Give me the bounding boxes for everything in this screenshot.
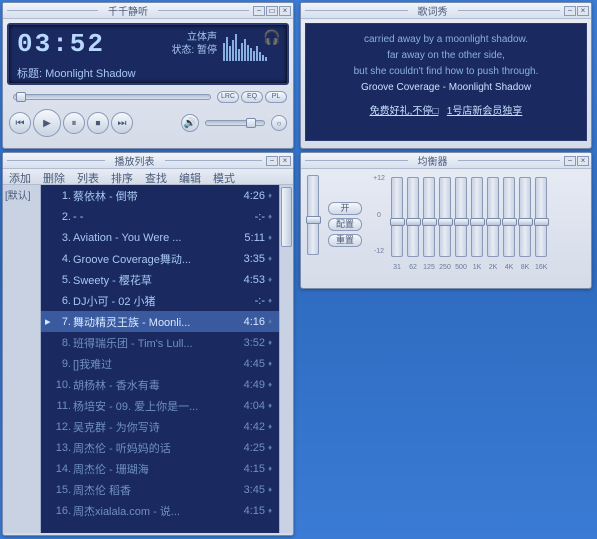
playlist-row[interactable]: 9.[]我难过4:45♦: [41, 353, 279, 374]
menu-添加[interactable]: 添加: [3, 169, 37, 184]
eq-band-250[interactable]: [439, 177, 451, 257]
playlist-row[interactable]: 5.Sweety - 樱花草4:53♦: [41, 269, 279, 290]
eq-close-button[interactable]: ×: [577, 156, 589, 166]
playlist-row[interactable]: 8.班得瑞乐团 - Tim's Lull...3:52♦: [41, 332, 279, 353]
playlist-row[interactable]: 4.Groove Coverage舞动...3:35♦: [41, 248, 279, 269]
eq-on-button[interactable]: 开: [328, 202, 362, 215]
playlist-row[interactable]: 15.周杰伦 稻香3:45♦: [41, 479, 279, 500]
ad-link-1[interactable]: 免费好礼,不停□: [370, 106, 439, 117]
lyrics-title: 歌词秀: [412, 3, 454, 18]
playlist-row[interactable]: ▸7.舞动精灵王族 - Moonli...4:16♦: [41, 311, 279, 332]
eq-band-8K[interactable]: [519, 177, 531, 257]
player-window: 千千静听 − ▭ × 03:52 立体声 状态: 暂停 🎧 标题: Moonli…: [2, 2, 294, 149]
playlist-row[interactable]: 16.周杰xialala.com - 说...4:15♦: [41, 500, 279, 521]
next-button[interactable]: ⏭: [111, 112, 133, 134]
eq-band-2K[interactable]: [487, 177, 499, 257]
eq-minimize-button[interactable]: −: [564, 156, 576, 166]
menu-模式[interactable]: 模式: [207, 169, 241, 184]
track-info: 标题: Moonlight Shadow: [9, 63, 287, 85]
lyrics-titlebar[interactable]: 歌词秀 − ×: [301, 3, 591, 19]
menu-查找[interactable]: 查找: [139, 169, 173, 184]
playlist-title: 播放列表: [109, 153, 161, 168]
playlist-tracks[interactable]: 1.蔡依林 - 倒带4:26♦2.- --:-♦3.Aviation - You…: [41, 185, 279, 533]
volume-icon[interactable]: 🔊: [181, 114, 199, 132]
seek-slider[interactable]: [13, 94, 211, 100]
playlist-close-button[interactable]: ×: [279, 156, 291, 166]
playlist-sidebar[interactable]: [默认]: [3, 185, 41, 533]
playlist-row[interactable]: 14.周杰伦 - 珊瑚海4:15♦: [41, 458, 279, 479]
menu-排序[interactable]: 排序: [105, 169, 139, 184]
menu-编辑[interactable]: 编辑: [173, 169, 207, 184]
close-button[interactable]: ×: [279, 6, 291, 16]
eq-band-4K[interactable]: [503, 177, 515, 257]
eq-scale: +120-12: [371, 175, 387, 255]
stop-button[interactable]: ⏹: [87, 112, 109, 134]
playlist-row[interactable]: 6.DJ小可 - 02 小猪-:-♦: [41, 290, 279, 311]
lyrics-close-button[interactable]: ×: [577, 6, 589, 16]
eq-preamp: [307, 175, 319, 257]
eq-band-sliders: 31621252505001K2K4K8K16K: [391, 175, 585, 257]
equalizer-title: 均衡器: [412, 153, 454, 168]
player-title: 千千静听: [102, 3, 154, 18]
headphone-icon[interactable]: 🎧: [263, 29, 279, 45]
menu-列表[interactable]: 列表: [71, 169, 105, 184]
eq-band-500[interactable]: [455, 177, 467, 257]
eq-config-button[interactable]: 配置: [328, 218, 362, 231]
eq-button[interactable]: EQ: [241, 91, 263, 103]
playlist-scrollbar[interactable]: [279, 185, 293, 533]
pause-button[interactable]: ⏸: [63, 112, 85, 134]
ad-link-2[interactable]: 1号店新会员独享: [447, 106, 523, 117]
mute-button[interactable]: ○: [271, 115, 287, 131]
prev-button[interactable]: ⏮: [9, 112, 31, 134]
eq-band-16K[interactable]: [535, 177, 547, 257]
playlist-window: 播放列表 − × 添加删除列表排序查找编辑模式 [默认] 1.蔡依林 - 倒带4…: [2, 152, 294, 536]
lrc-button[interactable]: LRC: [217, 91, 239, 103]
lyric-line: carried away by a moonlight shadow.: [310, 32, 582, 48]
equalizer-window: 均衡器 − × 开 配置 重置 +120-12 31621252505001K2…: [300, 152, 592, 289]
menu-删除[interactable]: 删除: [37, 169, 71, 184]
player-display: 03:52 立体声 状态: 暂停 🎧 标题: Moonlight Shadow: [7, 23, 289, 85]
lyric-line: far away on the other side,: [310, 48, 582, 64]
eq-band-1K[interactable]: [471, 177, 483, 257]
playlist-row[interactable]: 3.Aviation - You Were ...5:11♦: [41, 227, 279, 248]
eq-band-125[interactable]: [423, 177, 435, 257]
pl-button[interactable]: PL: [265, 91, 287, 103]
equalizer-titlebar[interactable]: 均衡器 − ×: [301, 153, 591, 169]
playlist-titlebar[interactable]: 播放列表 − ×: [3, 153, 293, 169]
eq-reset-button[interactable]: 重置: [328, 234, 362, 247]
playlist-menubar: 添加删除列表排序查找编辑模式: [3, 169, 293, 185]
lyrics-display: carried away by a moonlight shadow. far …: [305, 23, 587, 141]
minimize-button[interactable]: −: [253, 6, 265, 16]
playlist-row[interactable]: 2.- --:-♦: [41, 206, 279, 227]
lyrics-minimize-button[interactable]: −: [564, 6, 576, 16]
player-titlebar[interactable]: 千千静听 − ▭ ×: [3, 3, 293, 19]
eq-band-31[interactable]: [391, 177, 403, 257]
compact-button[interactable]: ▭: [266, 6, 278, 16]
audio-info: 立体声 状态: 暂停: [171, 31, 217, 57]
playlist-row[interactable]: 13.周杰伦 - 听妈妈的话4:25♦: [41, 437, 279, 458]
lyric-song-title: Groove Coverage - Moonlight Shadow: [310, 80, 582, 96]
playlist-row[interactable]: 12.吴克群 - 为你写诗4:42♦: [41, 416, 279, 437]
preamp-slider[interactable]: [307, 175, 319, 255]
playlist-row[interactable]: 11.杨培安 - 09. 爱上你是一...4:04♦: [41, 395, 279, 416]
volume-slider[interactable]: [205, 120, 265, 126]
lyric-line: but she couldn't find how to push throug…: [310, 64, 582, 80]
play-button[interactable]: ▶: [33, 109, 61, 137]
playlist-minimize-button[interactable]: −: [266, 156, 278, 166]
playlist-row[interactable]: 1.蔡依林 - 倒带4:26♦: [41, 185, 279, 206]
playlist-row[interactable]: 10.胡杨林 - 香水有毒4:49♦: [41, 374, 279, 395]
lyrics-window: 歌词秀 − × carried away by a moonlight shad…: [300, 2, 592, 149]
eq-band-62[interactable]: [407, 177, 419, 257]
